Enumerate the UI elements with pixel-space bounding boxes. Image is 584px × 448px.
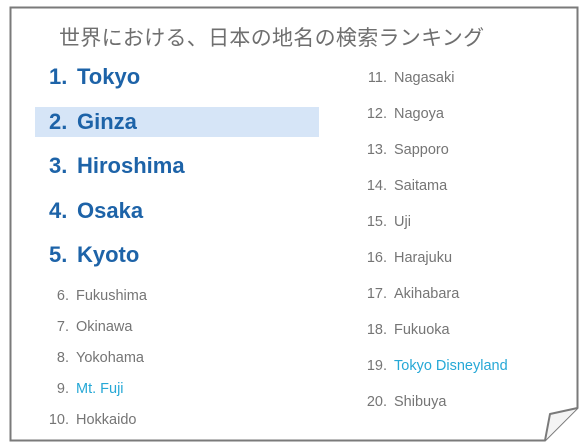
ranking-item[interactable]: 17. Akihabara: [363, 283, 459, 302]
ranking-item[interactable]: 16. Harajuku: [363, 247, 452, 266]
ranking-item[interactable]: 12. Nagoya: [363, 103, 444, 122]
rank-number: 4.: [49, 197, 68, 223]
ranking-item[interactable]: 4. Osaka: [49, 198, 143, 224]
place-name: Nagasaki: [394, 70, 455, 86]
place-name: Okinawa: [76, 319, 133, 335]
ranking-item[interactable]: 13. Sapporo: [363, 139, 449, 158]
rank-number: 2.: [49, 108, 68, 134]
ranking-item[interactable]: 7. Okinawa: [45, 316, 133, 335]
rank-number: 10.: [48, 412, 69, 428]
rank-number: 17.: [366, 286, 387, 302]
place-name: Uji: [394, 214, 411, 230]
ranking-card: 世界における、日本の地名の検索ランキング 1. Tokyo 2. Ginza 3. Hir…: [9, 6, 579, 442]
place-name: Shibuya: [394, 394, 447, 410]
rank-number: 3.: [49, 153, 68, 178]
place-name: Akihabara: [394, 286, 460, 302]
ranking-item[interactable]: 1. Tokyo: [49, 64, 140, 90]
place-name: Harajuku: [394, 250, 453, 266]
place-name: Osaka: [77, 197, 144, 223]
rank-number: 15.: [366, 214, 387, 230]
rank-number: 7.: [56, 319, 69, 335]
ranking-item[interactable]: 9. Mt. Fuji: [45, 378, 124, 397]
ranking-item[interactable]: 11. Nagasaki: [363, 67, 455, 86]
rank-number: 8.: [56, 350, 69, 366]
rank-number: 14.: [366, 178, 387, 194]
place-name: Fukushima: [76, 288, 147, 304]
rank-number: 1.: [49, 64, 68, 89]
place-name: Kyoto: [77, 242, 140, 267]
rank-number: 6.: [56, 288, 69, 304]
place-name: Saitama: [394, 178, 448, 194]
place-name: Hiroshima: [77, 153, 185, 178]
place-name-link[interactable]: Tokyo Disneyland: [394, 358, 508, 374]
ranking-item[interactable]: 20. Shibuya: [363, 391, 447, 410]
place-name: Ginza: [77, 108, 137, 134]
rank-number: 13.: [366, 142, 387, 158]
place-name: Fukuoka: [394, 322, 450, 338]
ranking-item[interactable]: 18. Fukuoka: [363, 319, 450, 338]
rank-number: 16.: [366, 250, 387, 266]
ranking-item[interactable]: 2. Ginza: [49, 109, 137, 135]
place-name-link[interactable]: Mt. Fuji: [76, 381, 124, 397]
rank-number: 12.: [366, 106, 387, 122]
ranking-item[interactable]: 6. Fukushima: [45, 285, 147, 304]
ranking-item[interactable]: 5. Kyoto: [49, 242, 139, 268]
place-name: Hokkaido: [76, 412, 137, 428]
ranking-item[interactable]: 8. Yokohama: [45, 347, 144, 366]
place-name: Sapporo: [394, 142, 449, 158]
ranking-item[interactable]: 19. Tokyo Disneyland: [363, 355, 508, 374]
place-name: Tokyo: [77, 64, 141, 89]
rank-number: 20.: [366, 394, 387, 410]
ranking-item[interactable]: 10. Hokkaido: [45, 409, 137, 428]
rank-number: 11.: [367, 70, 387, 86]
rank-number: 18.: [366, 322, 387, 338]
rank-number: 5.: [49, 242, 68, 267]
place-name: Yokohama: [76, 350, 144, 366]
place-name: Nagoya: [394, 106, 444, 122]
ranking-item[interactable]: 3. Hiroshima: [49, 153, 185, 179]
rank-number: 9.: [56, 381, 69, 397]
rank-number: 19.: [366, 358, 387, 374]
ranking-item[interactable]: 15. Uji: [363, 211, 411, 230]
page-title: 世界における、日本の地名の検索ランキング: [59, 26, 485, 50]
ranking-item[interactable]: 14. Saitama: [363, 175, 447, 194]
